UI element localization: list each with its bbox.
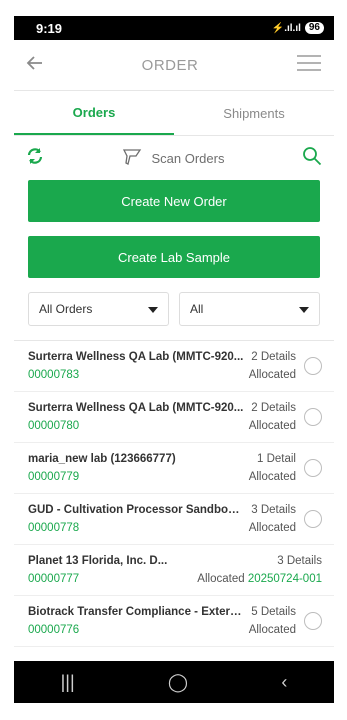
order-number[interactable]: 00000780 [28,420,79,432]
home-icon[interactable]: ◯ [168,672,188,693]
select-radio[interactable] [304,510,322,528]
scan-orders-label: Scan Orders [151,150,225,166]
order-status: Allocated [248,369,296,381]
order-details-count: 3 Details [277,555,322,567]
order-number[interactable]: 00000776 [28,624,79,636]
status-bar: 9:19 ⚡.ıl.ıl 96 [14,16,334,40]
scanner-icon [122,148,142,169]
order-status: Allocated 20250724-001 [197,573,322,585]
tab-orders[interactable]: Orders [14,91,174,135]
scan-orders-button[interactable]: Scan Orders [122,148,225,169]
order-status-text: Allocated [197,573,245,585]
create-new-order-button[interactable]: Create New Order [28,180,320,222]
order-customer: Surterra Wellness QA Lab (MMTC-920... [28,351,244,363]
order-number[interactable]: 00000779 [28,471,79,483]
list-item[interactable]: Planet 13 Florida, Inc. D... 3 Details 00… [14,545,334,596]
menu-icon[interactable] [296,54,322,77]
status-select[interactable]: All [179,292,320,326]
page-title: ORDER [141,56,199,74]
order-details-count: 2 Details [251,351,296,363]
refresh-icon[interactable] [26,147,44,170]
status-time: 9:19 [36,20,63,36]
select-radio[interactable] [304,357,322,375]
tab-shipments[interactable]: Shipments [174,91,334,135]
caret-down-icon [148,302,158,316]
select-radio[interactable] [304,459,322,477]
scan-row: Scan Orders [14,136,334,180]
status-value: All [190,302,204,316]
phone-screen: 9:19 ⚡.ıl.ıl 96 ORDER Orders Shipments S… [14,16,334,703]
order-customer: Surterra Wellness QA Lab (MMTC-920... [28,402,244,414]
list-item[interactable]: Surterra Wellness QA Lab (MMTC-920... 2 D… [14,341,334,392]
list-item[interactable]: GUD - Cultivation Processor Sandbox (...… [14,494,334,545]
order-customer: maria_new lab (123666777) [28,453,176,465]
order-number[interactable]: 00000783 [28,369,79,381]
order-number[interactable]: 00000778 [28,522,79,534]
app-bar: ORDER [14,40,334,91]
list-item[interactable]: Biotrack Transfer Compliance - Extern...… [14,596,334,647]
battery-icon: 96 [304,22,324,34]
order-details-count: 2 Details [251,402,296,414]
order-type-value: All Orders [39,302,93,316]
filter-row: All Orders All [14,278,334,340]
create-lab-sample-button[interactable]: Create Lab Sample [28,236,320,278]
order-status: Allocated [248,471,296,483]
recent-apps-icon[interactable]: ||| [61,672,75,693]
back-arrow-icon[interactable] [26,54,44,77]
manifest-number[interactable]: 20250724-001 [248,573,322,585]
order-list: Surterra Wellness QA Lab (MMTC-920... 2 D… [14,340,334,647]
select-radio[interactable] [304,408,322,426]
order-number[interactable]: 00000777 [28,573,79,585]
caret-down-icon [299,302,309,316]
tab-bar: Orders Shipments [14,91,334,136]
system-nav-bar: ||| ◯ ‹ [14,661,334,703]
order-customer: GUD - Cultivation Processor Sandbox (... [28,504,244,516]
order-details-count: 1 Detail [257,453,296,465]
order-customer: Planet 13 Florida, Inc. D... [28,555,168,567]
order-status: Allocated [248,522,296,534]
order-status: Allocated [248,624,296,636]
select-radio[interactable] [304,612,322,630]
order-details-count: 3 Details [251,504,296,516]
order-details-count: 5 Details [251,606,296,618]
list-item[interactable]: Surterra Wellness QA Lab (MMTC-920... 2 D… [14,392,334,443]
order-customer: Biotrack Transfer Compliance - Extern... [28,606,244,618]
list-item[interactable]: maria_new lab (123666777) 1 Detail 000007… [14,443,334,494]
search-icon[interactable] [302,146,322,171]
status-icons: ⚡.ıl.ıl 96 [272,22,324,34]
order-type-select[interactable]: All Orders [28,292,169,326]
back-icon[interactable]: ‹ [281,672,287,693]
order-status: Allocated [248,420,296,432]
signal-icon: ⚡.ıl.ıl [271,22,301,34]
